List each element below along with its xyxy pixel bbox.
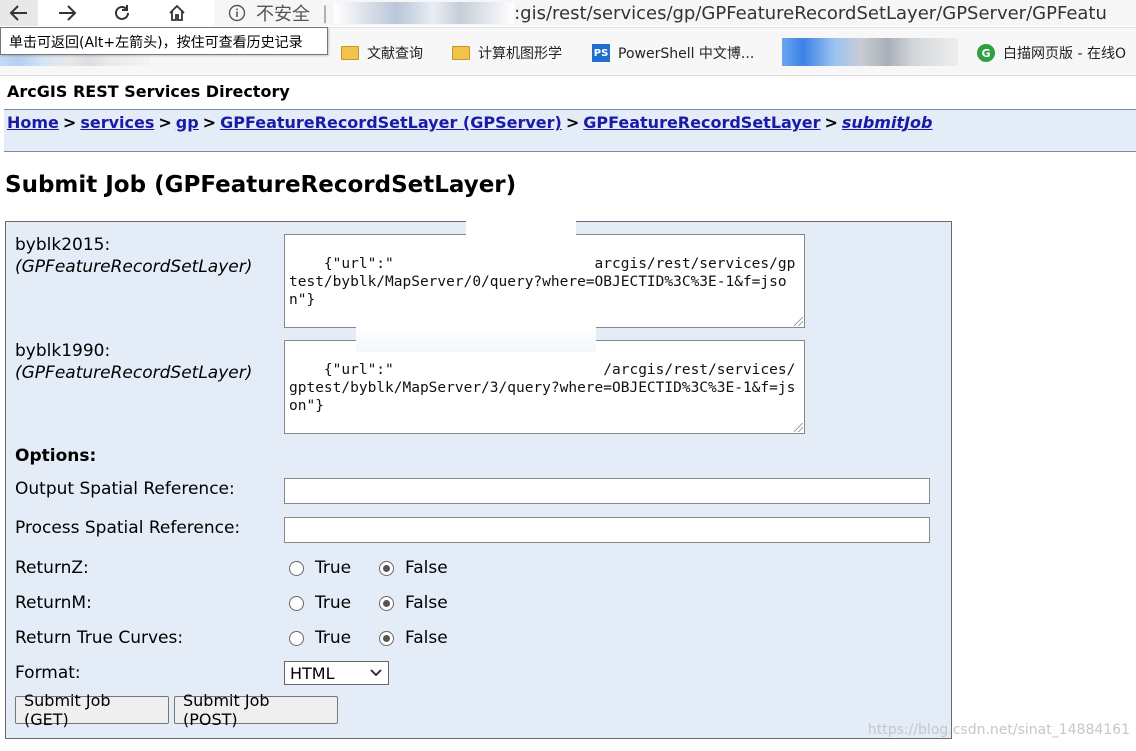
breadcrumb-submitjob[interactable]: submitJob: [842, 113, 933, 132]
home-icon: [169, 4, 185, 21]
redaction-overlay: [466, 218, 576, 240]
breadcrumb-separator: >: [62, 113, 77, 132]
radio-label: True: [315, 593, 352, 613]
breadcrumb-home[interactable]: Home: [7, 113, 59, 132]
back-button[interactable]: [0, 0, 38, 26]
radio-button[interactable]: [289, 595, 304, 611]
radio-button[interactable]: [289, 560, 304, 576]
radio-label: False: [405, 593, 448, 613]
breadcrumb-separator: >: [824, 113, 838, 132]
redacted-host: [334, 2, 515, 24]
radio-label: True: [315, 558, 352, 578]
returnm-label: ReturnM:: [15, 593, 92, 613]
radio-button-checked[interactable]: [379, 560, 394, 576]
breadcrumb-gp[interactable]: gp: [176, 113, 199, 132]
bookmark-graphics[interactable]: 计算机图形学: [452, 42, 562, 64]
address-bar[interactable]: 不安全 | :gis/rest/services/gp/GPFeatureRec…: [214, 0, 1136, 26]
param-byblk1990-label: byblk1990: (GPFeatureRecordSetLayer): [15, 340, 252, 384]
arrow-left-icon: [9, 5, 27, 21]
bookmark-label: PowerShell 中文博...: [618, 46, 755, 62]
return-curves-true-option[interactable]: True: [289, 627, 351, 649]
radio-label: False: [405, 628, 448, 648]
bookmark-label: 文献查询: [367, 46, 423, 62]
returnm-true-option[interactable]: True: [289, 592, 351, 614]
home-button[interactable]: [158, 0, 196, 26]
breadcrumb-separator: >: [202, 113, 217, 132]
radio-label: False: [405, 558, 448, 578]
radio-button-checked[interactable]: [379, 630, 394, 646]
breadcrumb-task[interactable]: GPFeatureRecordSetLayer: [583, 113, 820, 132]
back-tooltip: 单击可返回(Alt+左箭头)，按住可查看历史记录: [0, 27, 328, 55]
url-text[interactable]: :gis/rest/services/gp/GPFeatureRecordSet…: [514, 3, 1107, 24]
directory-title: ArcGIS REST Services Directory: [7, 82, 290, 101]
page-title: Submit Job (GPFeatureRecordSetLayer): [5, 172, 517, 198]
returnz-false-option[interactable]: False: [379, 557, 448, 579]
radio-button[interactable]: [289, 630, 304, 646]
browser-toolbar: 不安全 | :gis/rest/services/gp/GPFeatureRec…: [0, 0, 1136, 28]
redaction-overlay: [356, 326, 596, 352]
baimiao-icon: G: [977, 44, 995, 62]
chevron-down-icon: [370, 669, 382, 677]
submit-job-form: byblk2015: (GPFeatureRecordSetLayer) {"u…: [5, 218, 952, 739]
bookmark-label: 计算机图形学: [478, 46, 562, 62]
process-sr-input[interactable]: [284, 517, 930, 543]
powershell-icon: PS: [592, 44, 610, 62]
param-name: byblk2015:: [15, 235, 111, 255]
param-type: (GPFeatureRecordSetLayer): [15, 257, 253, 277]
format-select[interactable]: HTML: [284, 661, 389, 685]
format-label: Format:: [15, 663, 81, 683]
insecure-label: 不安全: [256, 4, 310, 25]
options-heading: Options:: [15, 446, 97, 466]
resize-handle-icon[interactable]: [794, 317, 803, 326]
param-name: byblk1990:: [15, 341, 111, 361]
returnz-true-option[interactable]: True: [289, 557, 351, 579]
param-type: (GPFeatureRecordSetLayer): [15, 363, 253, 383]
output-sr-input[interactable]: [284, 478, 930, 504]
bookmark-literature[interactable]: 文献查询: [341, 42, 423, 64]
bookmark-label: 白描网页版 - 在线O: [1003, 46, 1126, 62]
breadcrumb-separator: >: [565, 113, 580, 132]
bookmark-powershell[interactable]: PS PowerShell 中文博...: [592, 42, 754, 64]
redacted-bookmark: [782, 38, 958, 66]
returnm-false-option[interactable]: False: [379, 592, 448, 614]
format-value: HTML: [290, 663, 335, 683]
byblk2015-textarea[interactable]: {"url":" arcgis/rest/services/gptest/byb…: [284, 234, 805, 328]
folder-icon: [452, 46, 470, 60]
param-byblk2015-label: byblk2015: (GPFeatureRecordSetLayer): [15, 234, 252, 278]
process-sr-label: Process Spatial Reference:: [15, 518, 241, 538]
byblk1990-textarea[interactable]: {"url":" /arcgis/rest/services/gptest/by…: [284, 340, 805, 434]
resize-handle-icon[interactable]: [794, 423, 803, 432]
arrow-right-icon: [59, 5, 77, 21]
folder-icon: [341, 46, 359, 60]
textarea-value: {"url":" arcgis/rest/services/gptest/byb…: [289, 256, 796, 308]
output-sr-label: Output Spatial Reference:: [15, 479, 235, 499]
submit-get-button[interactable]: Submit Job (GET): [15, 691, 169, 729]
radio-label: True: [315, 628, 352, 648]
return-curves-label: Return True Curves:: [15, 628, 184, 648]
watermark: https://blog.csdn.net/sinat_14884161: [867, 722, 1130, 738]
returnz-label: ReturnZ:: [15, 558, 89, 578]
bookmark-baimiao[interactable]: G 白描网页版 - 在线O: [977, 42, 1126, 64]
forward-button[interactable]: [48, 0, 86, 26]
breadcrumb-services[interactable]: services: [80, 113, 154, 132]
breadcrumb: Home > services > gp > GPFeatureRecordSetLayer…: [4, 109, 1136, 152]
return-curves-false-option[interactable]: False: [379, 627, 448, 649]
radio-button-checked[interactable]: [379, 595, 394, 611]
address-separator: |: [322, 2, 329, 24]
reload-icon: [115, 5, 129, 20]
submit-post-button[interactable]: Submit Job (POST): [174, 691, 338, 729]
info-icon[interactable]: [228, 4, 246, 22]
textarea-value: {"url":" /arcgis/rest/services/gptest/by…: [289, 362, 796, 414]
reload-button[interactable]: [103, 0, 141, 26]
breadcrumb-separator: >: [158, 113, 172, 132]
breadcrumb-gpserver[interactable]: GPFeatureRecordSetLayer (GPServer): [220, 113, 562, 132]
